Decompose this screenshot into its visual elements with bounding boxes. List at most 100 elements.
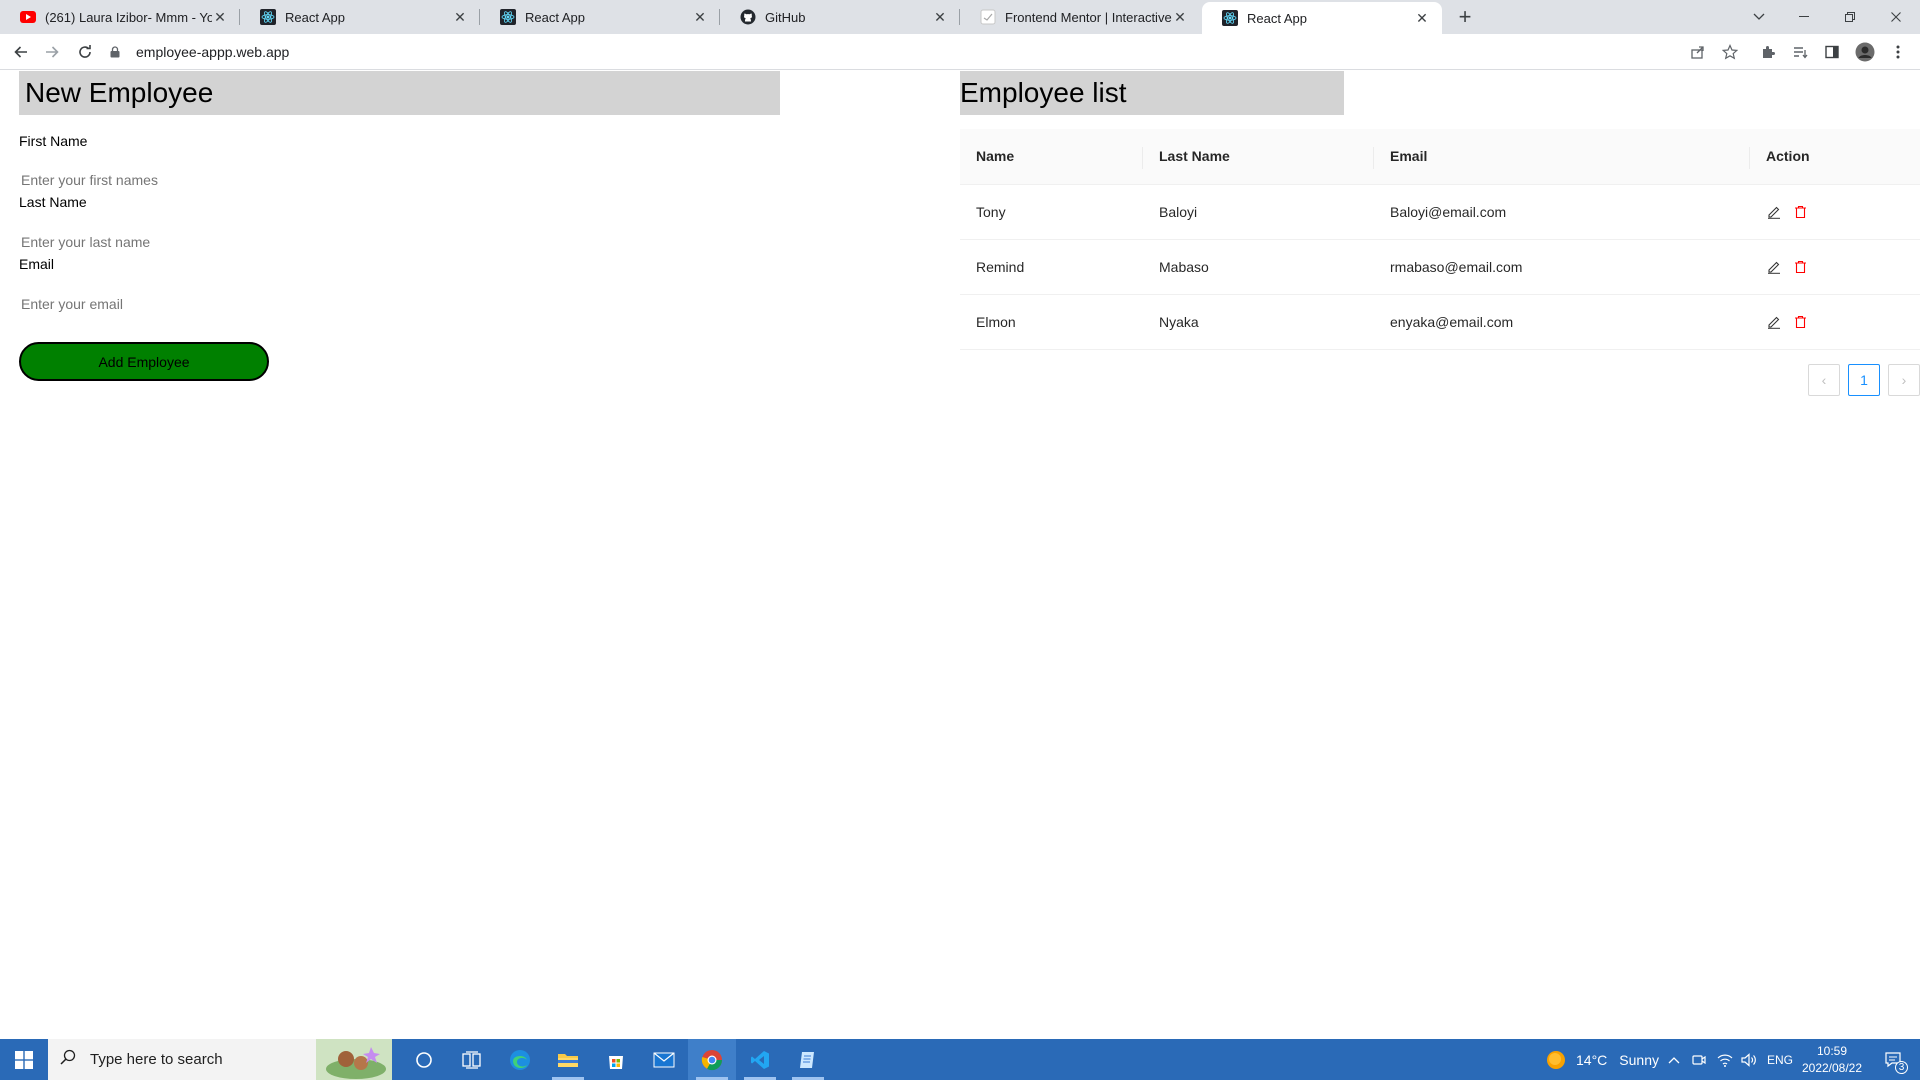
table-row: Elmon Nyaka enyaka@email.com	[960, 294, 1920, 350]
side-panel-icon[interactable]	[1820, 40, 1844, 64]
cell-last-name: Nyaka	[1143, 294, 1374, 350]
address-bar[interactable]: employee-appp.web.app	[110, 37, 1690, 67]
tab-react-app-active[interactable]: React App ✕	[1202, 2, 1442, 34]
mail-icon[interactable]	[640, 1039, 688, 1080]
windows-taskbar: Type here to search 14°C Sunny ENG 10:59…	[0, 1039, 1920, 1080]
cell-name: Elmon	[960, 294, 1143, 350]
edit-icon[interactable]	[1766, 314, 1782, 330]
cell-email: enyaka@email.com	[1374, 294, 1750, 350]
close-tab-icon[interactable]: ✕	[452, 9, 468, 25]
column-header-last-name: Last Name	[1143, 129, 1374, 185]
cell-email: rmabaso@email.com	[1374, 239, 1750, 295]
cell-name: Remind	[960, 239, 1143, 295]
cortana-icon[interactable]	[400, 1039, 448, 1080]
tab-frontend-mentor[interactable]: Frontend Mentor | Interactive rati ✕	[960, 0, 1200, 34]
edit-icon[interactable]	[1766, 259, 1782, 275]
column-label: Last Name	[1159, 148, 1230, 165]
reading-list-icon[interactable]	[1788, 40, 1812, 64]
search-highlight-image	[316, 1039, 392, 1080]
browser-tab-strip: (261) Laura Izibor- Mmm - YouTube ✕ Reac…	[0, 0, 1920, 34]
employee-list-panel: Employee list Name Last Name Email Actio…	[960, 71, 1920, 396]
tab-title: React App	[1247, 10, 1307, 26]
pagination-page-1[interactable]: 1	[1848, 364, 1880, 396]
last-name-input[interactable]	[19, 232, 419, 252]
cell-actions	[1750, 294, 1920, 350]
minimize-button[interactable]	[1781, 0, 1827, 34]
notification-count: 3	[1895, 1061, 1908, 1074]
browser-toolbar: employee-appp.web.app	[0, 34, 1920, 70]
email-input[interactable]	[19, 294, 419, 314]
new-tab-button[interactable]: +	[1453, 4, 1477, 29]
taskbar-search-box[interactable]: Type here to search	[48, 1039, 392, 1080]
cell-last-name: Baloyi	[1143, 184, 1374, 240]
volume-icon[interactable]	[1741, 1039, 1757, 1080]
add-employee-button[interactable]: Add Employee	[19, 342, 269, 381]
edge-icon[interactable]	[496, 1039, 544, 1080]
microsoft-store-icon[interactable]	[592, 1039, 640, 1080]
column-label: Email	[1390, 148, 1428, 165]
vscode-icon[interactable]	[736, 1039, 784, 1080]
notepad-icon[interactable]	[784, 1039, 832, 1080]
tab-youtube[interactable]: (261) Laura Izibor- Mmm - YouTube ✕	[0, 0, 240, 34]
close-tab-icon[interactable]: ✕	[212, 9, 228, 25]
tab-github[interactable]: GitHub ✕	[720, 0, 960, 34]
delete-icon[interactable]	[1792, 314, 1808, 330]
restore-button[interactable]	[1827, 0, 1873, 34]
pagination-next-button[interactable]: ›	[1888, 364, 1920, 396]
first-name-input[interactable]	[19, 170, 419, 190]
new-employee-title: New Employee	[19, 71, 780, 115]
forward-icon[interactable]	[40, 40, 64, 64]
tab-react-app-2[interactable]: React App ✕	[480, 0, 720, 34]
browser-menu-icon[interactable]	[1886, 40, 1910, 64]
column-header-name: Name	[960, 129, 1143, 185]
cell-email: Baloyi@email.com	[1374, 184, 1750, 240]
clock-date: 2022/08/22	[1801, 1060, 1863, 1075]
cell-last-name: Mabaso	[1143, 239, 1374, 295]
network-icon[interactable]	[1717, 1039, 1733, 1080]
close-tab-icon[interactable]: ✕	[1172, 9, 1188, 25]
react-icon	[260, 9, 276, 25]
reload-icon[interactable]	[73, 40, 97, 64]
tab-title: React App	[525, 9, 585, 25]
task-view-icon[interactable]	[448, 1039, 496, 1080]
edit-icon[interactable]	[1766, 204, 1782, 220]
profile-avatar[interactable]	[1853, 40, 1877, 64]
youtube-icon	[20, 9, 36, 25]
input-language[interactable]: ENG	[1767, 1039, 1793, 1080]
close-tab-icon[interactable]: ✕	[932, 9, 948, 25]
column-header-email: Email	[1374, 129, 1750, 185]
notification-center-icon[interactable]: 3	[1878, 1039, 1910, 1080]
extensions-icon[interactable]	[1756, 40, 1780, 64]
weather-widget[interactable]: 14°C Sunny	[1546, 1039, 1659, 1080]
clock[interactable]: 10:59 2022/08/22	[1800, 1039, 1864, 1080]
tab-title: (261) Laura Izibor- Mmm - YouTube	[45, 9, 212, 25]
weather-condition: Sunny	[1619, 1051, 1659, 1068]
column-label: Name	[976, 148, 1015, 165]
close-tab-icon[interactable]: ✕	[1414, 10, 1430, 26]
employee-list-title: Employee list	[960, 71, 1344, 115]
cell-name: Tony	[960, 184, 1143, 240]
column-header-action: Action	[1750, 129, 1920, 185]
bookmark-star-icon[interactable]	[1718, 40, 1742, 64]
last-name-label: Last Name	[19, 194, 87, 210]
github-icon	[740, 9, 756, 25]
delete-icon[interactable]	[1792, 259, 1808, 275]
pagination-prev-button[interactable]: ‹	[1808, 364, 1840, 396]
first-name-label: First Name	[19, 133, 88, 149]
close-window-button[interactable]	[1873, 0, 1919, 34]
tab-search-icon[interactable]	[1736, 0, 1782, 34]
table-row: Remind Mabaso rmabaso@email.com	[960, 239, 1920, 295]
back-icon[interactable]	[9, 40, 33, 64]
file-explorer-icon[interactable]	[544, 1039, 592, 1080]
delete-icon[interactable]	[1792, 204, 1808, 220]
windows-start-icon[interactable]	[0, 1039, 48, 1080]
share-icon[interactable]	[1686, 40, 1710, 64]
page-content: New Employee First Name Last Name Email …	[0, 71, 1920, 1039]
close-tab-icon[interactable]: ✕	[692, 9, 708, 25]
weather-temperature: 14°C	[1576, 1051, 1608, 1068]
chrome-icon[interactable]	[688, 1039, 736, 1080]
meet-now-icon[interactable]	[1692, 1039, 1706, 1080]
tab-react-app-1[interactable]: React App ✕	[240, 0, 480, 34]
show-hidden-icons-icon[interactable]	[1668, 1039, 1680, 1080]
url-text: employee-appp.web.app	[136, 44, 290, 60]
